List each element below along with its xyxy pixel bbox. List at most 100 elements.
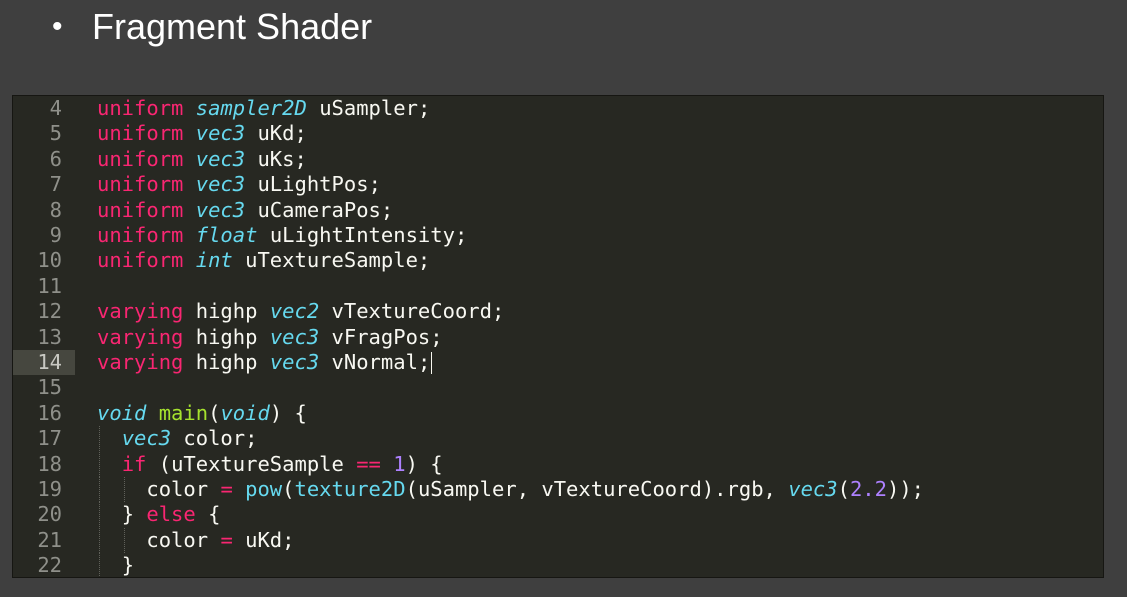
syntax-token-space [183, 172, 195, 196]
text-cursor [431, 352, 433, 374]
code-content[interactable]: void main(void) { [75, 401, 1103, 426]
indent-guide [99, 553, 101, 577]
code-line[interactable]: 11 [13, 274, 1103, 299]
line-number: 9 [49, 223, 62, 247]
code-content[interactable]: color = uKd; [75, 527, 1103, 553]
code-line[interactable]: 14 varying highp vec3 vNormal; [13, 350, 1103, 375]
syntax-token-punctuation: ) { [269, 400, 307, 425]
code-line[interactable]: 18 if (uTextureSample == 1) { [13, 451, 1103, 477]
syntax-token-identifier: uTextureSample [171, 451, 344, 476]
code-line[interactable]: 5 uniform vec3 uKd; [13, 121, 1103, 146]
code-content[interactable]: } else { [75, 502, 1103, 528]
syntax-token-space [183, 121, 195, 145]
syntax-token-type: vec3 [195, 197, 246, 222]
syntax-token-identifier: highp [195, 324, 258, 349]
syntax-token-punctuation: ; [294, 146, 307, 171]
code-editor[interactable]: 4 uniform sampler2D uSampler; 5 uniform vec… [12, 95, 1104, 578]
syntax-token-punctuation: } [121, 502, 147, 527]
syntax-token-identifier: uKd [257, 121, 295, 146]
code-content[interactable]: } [75, 553, 1103, 577]
syntax-token-punctuation: ( [837, 477, 850, 501]
code-content[interactable] [75, 274, 1103, 299]
code-line[interactable]: 20 } else { [13, 502, 1103, 528]
line-number: 13 [37, 324, 62, 349]
code-content[interactable]: uniform vec3 uKd; [75, 121, 1103, 146]
code-line[interactable]: 6 uniform vec3 uKs; [13, 147, 1103, 172]
code-content[interactable]: uniform sampler2D uSampler; [75, 96, 1103, 121]
code-line[interactable]: 8 uniform vec3 uCameraPos; [13, 198, 1103, 223]
code-content[interactable]: uniform int uTextureSample; [75, 248, 1103, 273]
code-content[interactable]: varying highp vec3 vNormal; [75, 350, 1103, 375]
line-number: 11 [37, 273, 62, 298]
code-line[interactable]: 22 } [13, 553, 1103, 577]
syntax-token-identifier: uKs [257, 146, 295, 171]
code-line[interactable]: 10 uniform int uTextureSample; [13, 248, 1103, 273]
syntax-token-punctuation: ; [430, 324, 443, 349]
code-line[interactable]: 12 varying highp vec2 vTextureCoord; [13, 299, 1103, 324]
syntax-token-builtin: pow [245, 477, 283, 501]
code-content[interactable]: varying highp vec2 vTextureCoord; [75, 299, 1103, 324]
line-number: 5 [49, 121, 62, 146]
syntax-token-operator: == [356, 451, 381, 476]
syntax-token-punctuation: ; [245, 426, 258, 451]
indent-guide [99, 527, 101, 553]
code-content[interactable]: uniform vec3 uKs; [75, 147, 1103, 172]
syntax-token-space [233, 528, 245, 552]
line-number: 20 [37, 502, 62, 527]
syntax-token-space [233, 477, 245, 501]
code-line[interactable]: 7 uniform vec3 uLightPos; [13, 172, 1103, 197]
indent-guide [124, 527, 126, 553]
syntax-token-space [183, 96, 195, 120]
syntax-token-identifier: uLightPos [257, 172, 369, 197]
code-content[interactable]: uniform float uLightIntensity; [75, 223, 1103, 248]
indent-guide [99, 502, 101, 528]
code-content[interactable]: color = pow(texture2D(uSampler, vTexture… [75, 477, 1103, 502]
syntax-token-type: int [195, 248, 233, 273]
syntax-token-identifier: vTextureCoord [331, 299, 492, 324]
syntax-token-operator: = [220, 527, 233, 552]
syntax-token-space [146, 452, 158, 476]
line-number: 6 [49, 146, 62, 171]
syntax-token-type: void [97, 400, 147, 425]
syntax-token-builtin: texture2D [294, 477, 406, 501]
syntax-token-punctuation: ; [368, 172, 381, 197]
syntax-token-space [245, 147, 257, 171]
code-line[interactable]: 16 void main(void) { [13, 401, 1103, 426]
syntax-token-punctuation: ; [417, 350, 431, 374]
syntax-token-space [146, 401, 158, 425]
syntax-token-type: vec2 [269, 299, 320, 324]
code-content[interactable]: uniform vec3 uCameraPos; [75, 198, 1103, 223]
syntax-token-identifier: uCameraPos [257, 197, 381, 222]
code-line[interactable]: 4 uniform sampler2D uSampler; [13, 96, 1103, 121]
syntax-token-operator: = [220, 477, 233, 501]
syntax-token-space [319, 299, 331, 323]
syntax-token-punctuation: ( [405, 477, 418, 501]
line-number: 4 [49, 96, 62, 120]
syntax-token-type: float [195, 223, 258, 247]
syntax-token-space [183, 350, 195, 374]
code-line[interactable]: 21 color = uKd; [13, 527, 1103, 553]
line-number: 12 [37, 299, 62, 324]
indent-guide [124, 477, 126, 502]
syntax-token-space [208, 528, 220, 552]
code-line[interactable]: 17 vec3 color; [13, 426, 1103, 452]
code-line[interactable]: 9 uniform float uLightIntensity; [13, 223, 1103, 248]
code-line[interactable]: 19 color = pow(texture2D(uSampler, vText… [13, 477, 1103, 502]
syntax-token-type: vec3 [195, 121, 246, 146]
syntax-token-keyword: uniform [97, 96, 184, 120]
code-content[interactable] [75, 375, 1103, 400]
syntax-token-space [307, 96, 319, 120]
code-line[interactable]: 13 varying highp vec3 vFragPos; [13, 325, 1103, 350]
indent-guide [99, 477, 101, 502]
syntax-token-space [344, 452, 356, 476]
code-content[interactable]: vec3 color; [75, 426, 1103, 452]
syntax-token-number: 2.2 [849, 477, 887, 501]
syntax-token-keyword: uniform [97, 197, 184, 222]
syntax-token-identifier: color [183, 426, 246, 451]
syntax-token-type: vec3 [788, 477, 838, 501]
code-line[interactable]: 15 [13, 375, 1103, 400]
code-content[interactable]: uniform vec3 uLightPos; [75, 172, 1103, 197]
syntax-token-punctuation: ; [417, 248, 431, 273]
code-content[interactable]: if (uTextureSample == 1) { [75, 451, 1103, 477]
code-content[interactable]: varying highp vec3 vFragPos; [75, 325, 1103, 350]
